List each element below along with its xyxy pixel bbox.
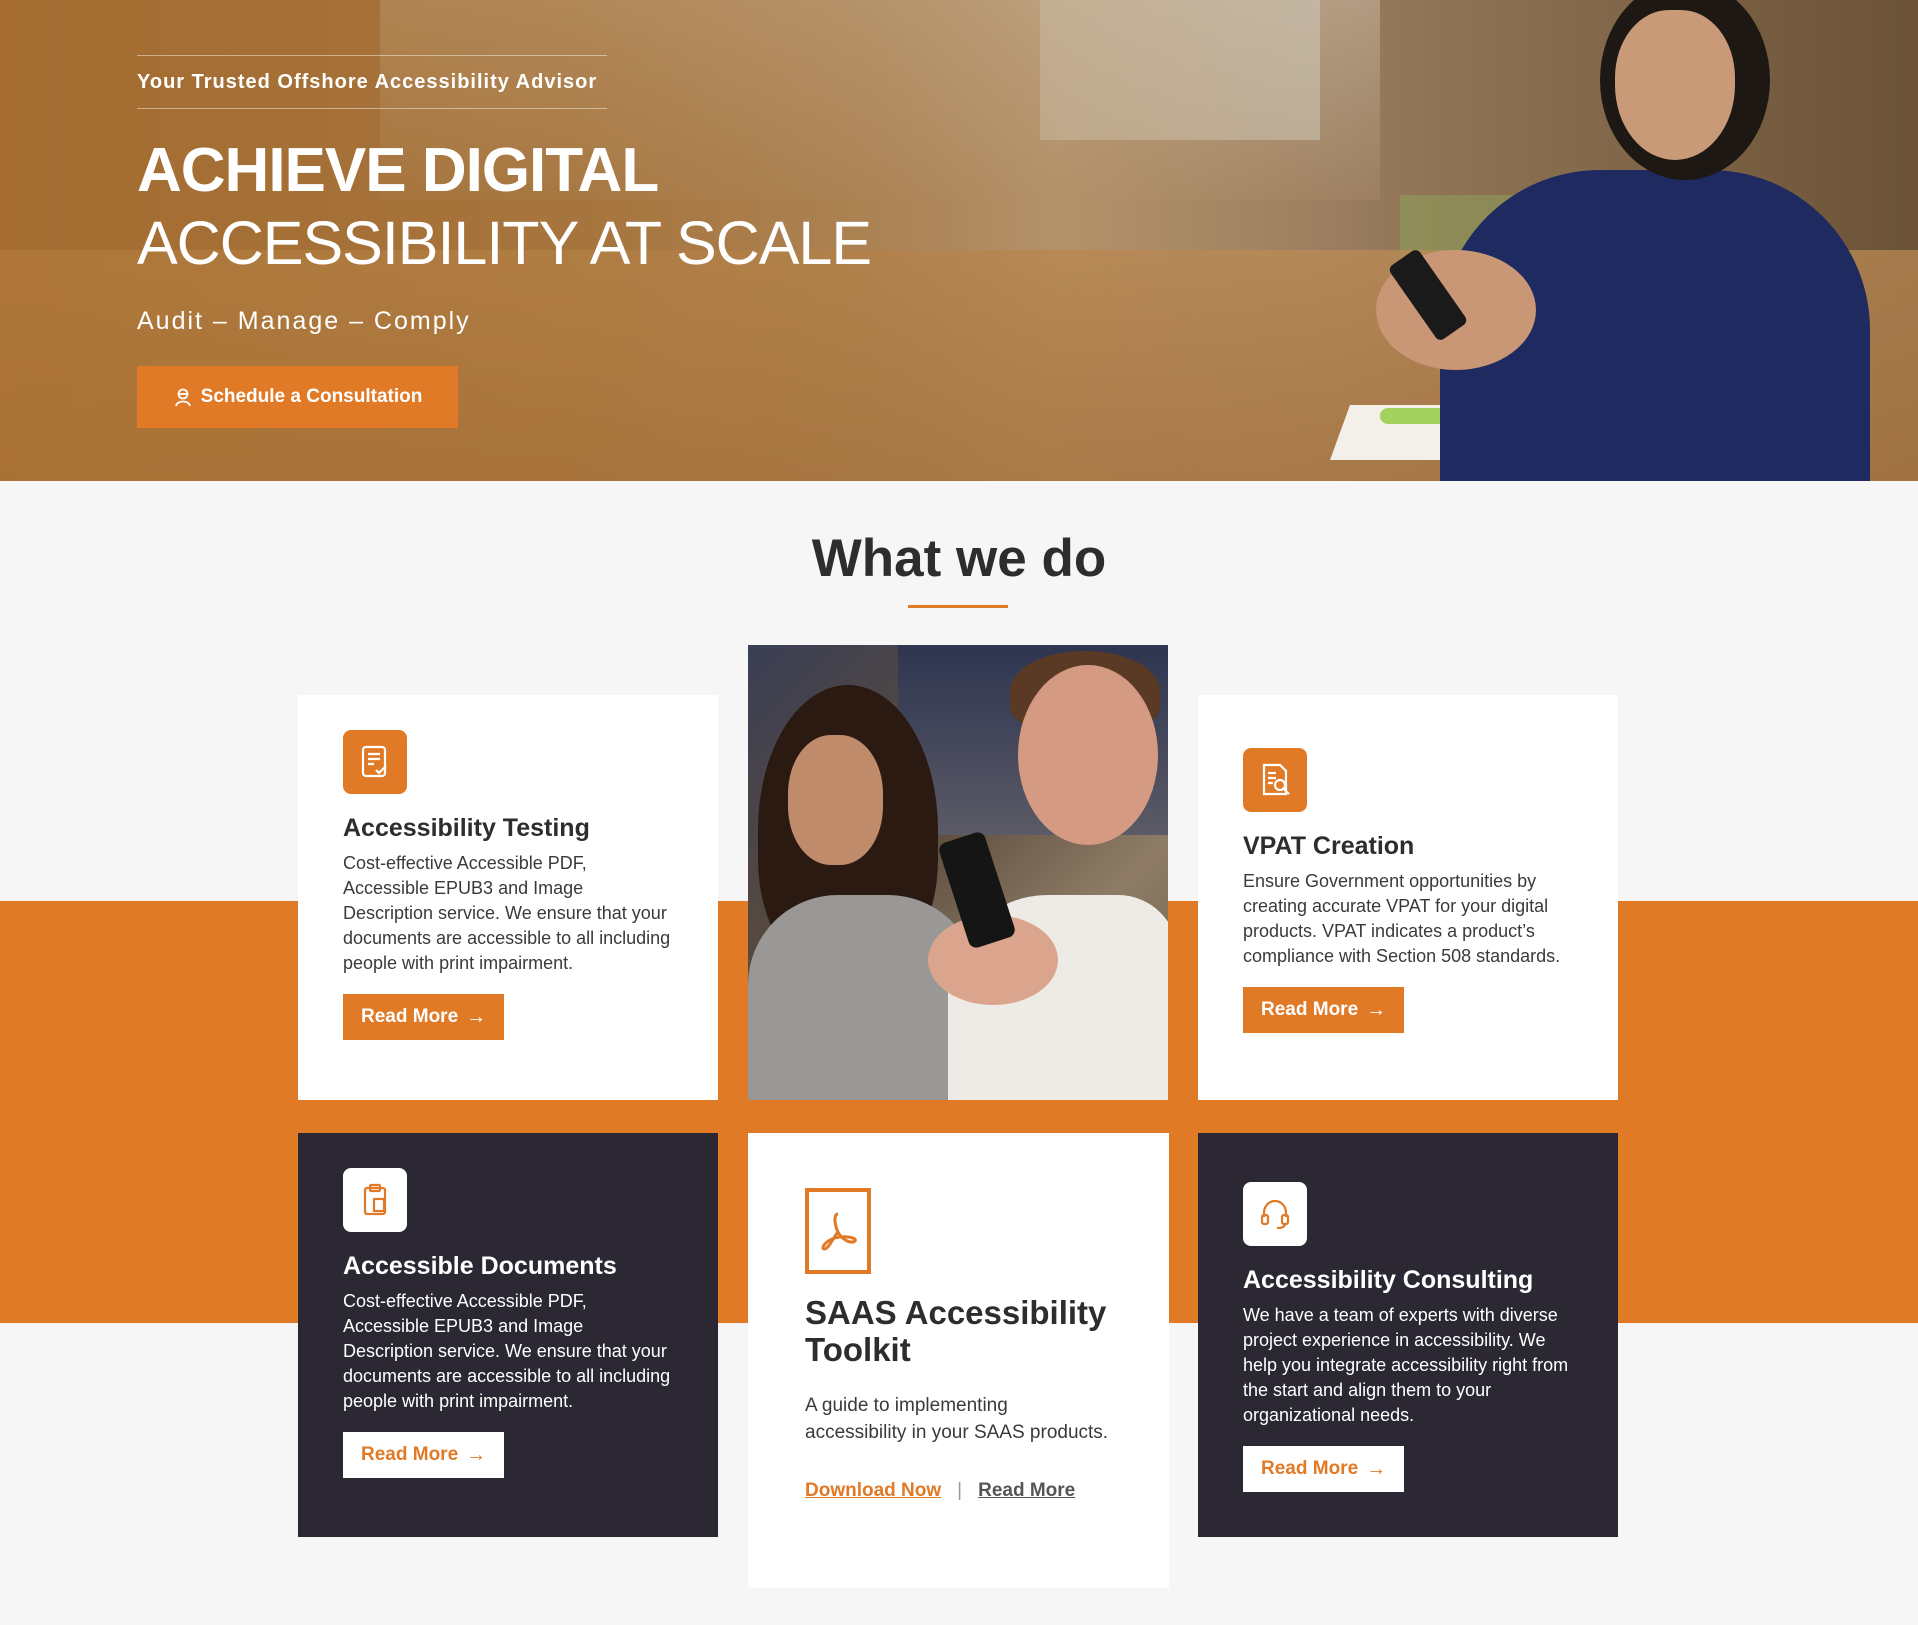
read-more-label: Read More <box>361 1006 459 1027</box>
arrow-right-icon: → <box>1366 998 1387 1021</box>
read-more-label: Read More <box>361 1444 459 1465</box>
hero-text: Your Trusted Offshore Accessibility Advi… <box>137 55 872 336</box>
checklist-icon <box>343 730 407 794</box>
card-description: A guide to implementing accessibility in… <box>805 1395 1109 1443</box>
people-using-phones-image <box>748 645 1168 1100</box>
schedule-consultation-label: Schedule a Consultation <box>200 386 423 407</box>
read-more-label: Read More <box>1261 999 1359 1020</box>
read-more-button[interactable]: Read More → <box>1243 1446 1405 1492</box>
card-description: Cost-effective Accessible PDF, Accessibl… <box>343 1291 671 1411</box>
read-more-label: Read More <box>1261 1458 1359 1479</box>
read-more-button[interactable]: Read More → <box>1243 987 1405 1033</box>
card-description: Ensure Government opportunities by creat… <box>1243 871 1561 966</box>
card-accessible-documents: Accessible Documents Cost-effective Acce… <box>298 1133 718 1537</box>
card-title: SAAS Accessibility Toolkit <box>805 1294 1107 1368</box>
schedule-consultation-button[interactable]: Schedule a Consultation <box>137 366 458 428</box>
card-saas-toolkit: SAAS Accessibility Toolkit A guide to im… <box>748 1133 1169 1588</box>
download-now-link[interactable]: Download Now <box>805 1480 941 1502</box>
section-title: What we do <box>811 529 1107 588</box>
hero-subtitle: Audit – Manage – Comply <box>137 307 471 335</box>
card-vpat-creation: VPAT Creation Ensure Government opportun… <box>1198 695 1618 1100</box>
hero-title-line1: ACHIEVE DIGITAL <box>137 136 659 205</box>
headset-icon <box>1243 1182 1307 1246</box>
section-title-underline <box>908 605 1008 608</box>
hero-tagline: Your Trusted Offshore Accessibility Advi… <box>137 55 607 109</box>
read-more-button[interactable]: Read More → <box>343 994 505 1040</box>
card-description: Cost-effective Accessible PDF, Accessibl… <box>343 853 671 973</box>
read-more-link[interactable]: Read More <box>978 1480 1075 1502</box>
hero-title-line2: ACCESSIBILITY AT SCALE <box>137 209 872 277</box>
card-title: Accessible Documents <box>343 1252 617 1280</box>
card-title: Accessibility Consulting <box>1243 1266 1534 1294</box>
card-description: We have a team of experts with diverse p… <box>1243 1305 1569 1425</box>
card-accessibility-consulting: Accessibility Consulting We have a team … <box>1198 1133 1618 1537</box>
read-more-button[interactable]: Read More → <box>343 1432 505 1478</box>
document-search-icon <box>1243 748 1307 812</box>
arrow-right-icon: → <box>466 1005 487 1028</box>
card-accessibility-testing: Accessibility Testing Cost-effective Acc… <box>298 695 718 1100</box>
user-icon <box>174 388 191 407</box>
arrow-right-icon: → <box>466 1443 487 1466</box>
arrow-right-icon: → <box>1366 1457 1387 1480</box>
saas-links: Download Now | Read More <box>805 1480 1112 1502</box>
card-title: Accessibility Testing <box>343 814 590 842</box>
link-separator: | <box>957 1480 963 1501</box>
clipboard-icon <box>343 1168 407 1232</box>
card-title: VPAT Creation <box>1243 832 1415 860</box>
pdf-icon <box>805 1188 871 1274</box>
